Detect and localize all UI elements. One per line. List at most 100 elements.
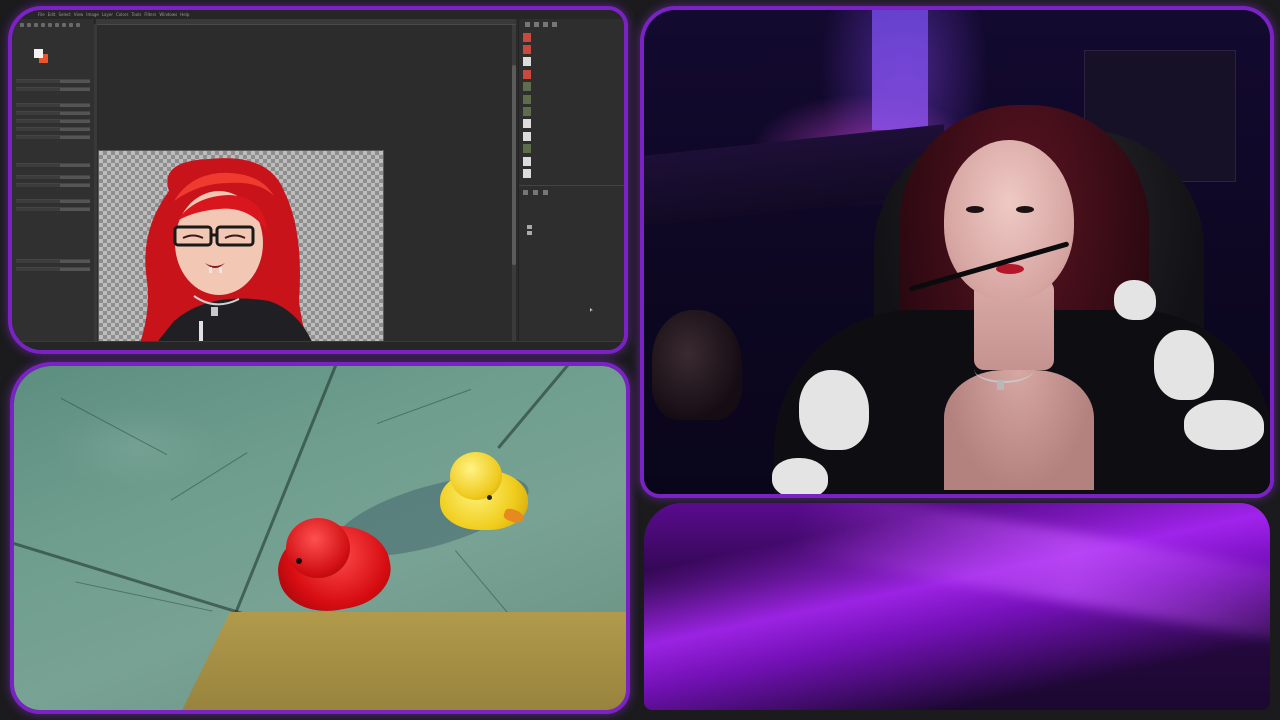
sweater-ghost-pattern	[772, 458, 828, 494]
dog	[652, 310, 742, 420]
layer-row[interactable]	[527, 224, 532, 229]
document-history-item[interactable]	[519, 118, 624, 130]
move-tool-icon[interactable]	[34, 23, 38, 27]
document-thumbnail	[523, 32, 531, 42]
document-history-item[interactable]	[519, 105, 624, 117]
document-history-item[interactable]	[519, 167, 624, 179]
document-history-item[interactable]	[519, 56, 624, 68]
channels-tab-icon[interactable]	[533, 190, 538, 195]
paths-tab-icon[interactable]	[543, 190, 548, 195]
menu-view[interactable]: View	[74, 10, 84, 19]
brushes-tab-icon[interactable]	[525, 22, 530, 27]
tool-option-row[interactable]	[16, 175, 90, 179]
tool-option-row[interactable]	[16, 135, 90, 139]
menu-file[interactable]: File	[38, 10, 45, 19]
menu-help[interactable]: Help	[180, 10, 189, 19]
document-history-item[interactable]	[519, 143, 624, 155]
tool-option-row[interactable]	[16, 267, 90, 271]
sweater-ghost-pattern	[1114, 280, 1156, 320]
led-light-strip	[872, 10, 928, 130]
canvas-vertical-scrollbar[interactable]	[512, 25, 516, 343]
menu-layer[interactable]: Layer	[102, 10, 113, 19]
necklace	[974, 355, 1034, 383]
tool-icons	[20, 23, 80, 27]
menu-colors[interactable]: Colors	[116, 10, 129, 19]
tool-option-row[interactable]	[16, 259, 90, 263]
document-thumbnail	[523, 57, 531, 67]
document-thumbnail	[523, 119, 531, 129]
patterns-tab-icon[interactable]	[534, 22, 539, 27]
pixel-art-portrait[interactable]	[98, 150, 384, 347]
tool-option-row[interactable]	[16, 103, 90, 107]
document-thumbnail	[523, 82, 531, 92]
rubber-duck-camera	[10, 362, 630, 714]
layers-toolbar	[523, 190, 548, 195]
document-history-item[interactable]	[519, 93, 624, 105]
text-tool-icon[interactable]	[69, 23, 73, 27]
gimp-right-dock	[518, 19, 624, 342]
crop-tool-icon[interactable]	[41, 23, 45, 27]
sweater-ghost-pattern	[1184, 400, 1264, 450]
layer-row[interactable]	[527, 230, 532, 235]
menu-select[interactable]: Select	[58, 10, 70, 19]
document-history-item[interactable]	[519, 155, 624, 167]
gimp-menubar: File Edit Select View Image Layer Colors…	[12, 10, 624, 19]
tool-option-row[interactable]	[16, 207, 90, 211]
document-history-item[interactable]	[519, 31, 624, 43]
menu-filters[interactable]: Filters	[144, 10, 156, 19]
streamer-right-eye	[1016, 206, 1034, 213]
document-thumbnail	[523, 131, 531, 141]
menu-tools[interactable]: Tools	[132, 10, 142, 19]
red-duck-eye	[296, 558, 302, 564]
image-canvas-area[interactable]	[98, 25, 516, 347]
layer-thumbnail	[527, 230, 532, 235]
tool-option-row[interactable]	[16, 87, 90, 91]
dock-tabs	[525, 22, 557, 27]
sweater-ghost-pattern	[799, 370, 869, 450]
tool-option-row[interactable]	[16, 111, 90, 115]
tool-option-row[interactable]	[16, 127, 90, 131]
tool-option-row[interactable]	[16, 163, 90, 167]
pixel-art-portrait-illustration	[139, 158, 314, 346]
tool-option-row[interactable]	[16, 119, 90, 123]
layers-tab-icon[interactable]	[523, 190, 528, 195]
document-history-list	[519, 31, 624, 180]
document-thumbnail	[523, 94, 531, 104]
eraser-tool-icon[interactable]	[55, 23, 59, 27]
zoom-tool-icon[interactable]	[76, 23, 80, 27]
bucket-tool-icon[interactable]	[62, 23, 66, 27]
tool-option-row[interactable]	[16, 199, 90, 203]
gimp-toolbox	[12, 19, 95, 350]
gimp-screen-capture: File Edit Select View Image Layer Colors…	[8, 6, 628, 354]
fonts-tab-icon[interactable]	[543, 22, 548, 27]
yellow-cloth	[161, 612, 626, 710]
rect-select-tool-icon[interactable]	[20, 23, 24, 27]
tool-option-row[interactable]	[16, 183, 90, 187]
menu-edit[interactable]: Edit	[48, 10, 56, 19]
document-history-tab-icon[interactable]	[552, 22, 557, 27]
foreground-color-swatch[interactable]	[34, 49, 43, 58]
purple-gradient-panel	[644, 503, 1270, 710]
layer-thumbnail	[527, 224, 532, 229]
necklace-pendant	[997, 380, 1004, 390]
document-history-item[interactable]	[519, 43, 624, 55]
paintbrush-tool-icon[interactable]	[48, 23, 52, 27]
vertical-ruler	[94, 24, 97, 342]
document-thumbnail	[523, 168, 531, 178]
tool-option-row[interactable]	[16, 79, 90, 83]
menu-image[interactable]: Image	[86, 10, 99, 19]
streamer-neckline	[944, 370, 1094, 490]
document-thumbnail	[523, 156, 531, 166]
gimp-statusbar	[12, 341, 624, 350]
menu-windows[interactable]: Windows	[159, 10, 177, 19]
document-thumbnail	[523, 144, 531, 154]
document-history-item[interactable]	[519, 68, 624, 80]
yellow-duck-eye	[487, 495, 492, 500]
purple-light-streak	[792, 503, 1270, 652]
document-history-item[interactable]	[519, 130, 624, 142]
lasso-tool-icon[interactable]	[27, 23, 31, 27]
document-thumbnail	[523, 107, 531, 117]
layers-panel	[519, 185, 624, 236]
document-thumbnail	[523, 45, 531, 55]
document-history-item[interactable]	[519, 81, 624, 93]
